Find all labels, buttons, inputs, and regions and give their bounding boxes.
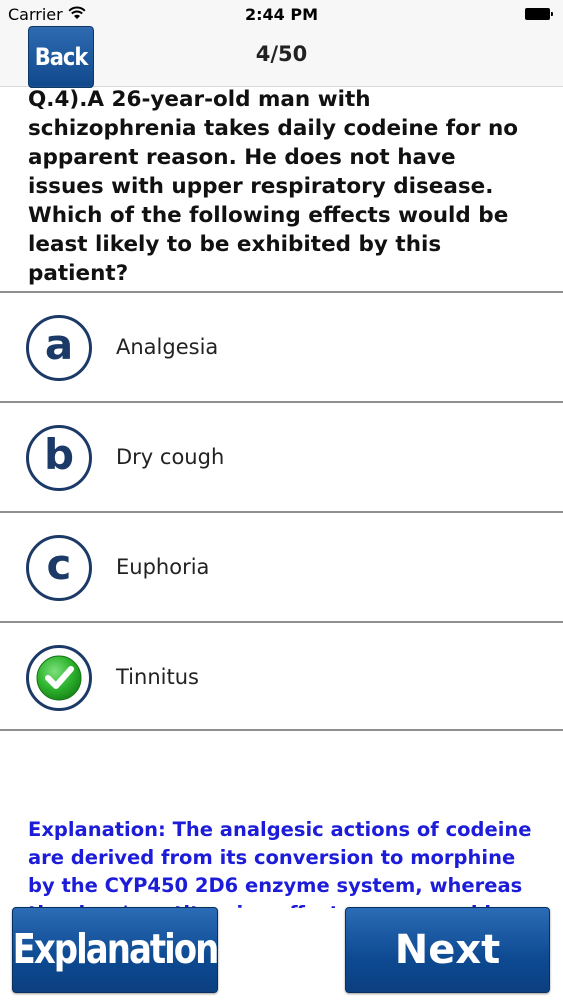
option-letter: b <box>43 430 75 479</box>
options-list: a Analgesia b Dry cough c Euphoria Tinni… <box>0 291 563 731</box>
question-text: Q.4).A 26-year-old man with schizophreni… <box>28 87 519 286</box>
option-b[interactable]: b Dry cough <box>0 401 563 511</box>
explanation-text: Explanation: The analgesic actions of co… <box>28 818 532 908</box>
status-time: 2:44 PM <box>244 5 318 24</box>
explanation-button[interactable]: Explanation <box>12 907 220 993</box>
option-a-circle[interactable]: a <box>26 315 92 381</box>
check-icon <box>36 655 82 701</box>
next-button[interactable]: Next <box>345 907 550 993</box>
option-label: Analgesia <box>116 335 219 359</box>
option-label: Euphoria <box>116 555 210 579</box>
nav-bar: Back 4/50 <box>0 25 563 89</box>
explanation-button-label: Explanation <box>12 926 220 974</box>
option-a[interactable]: a Analgesia <box>0 291 563 401</box>
option-d[interactable]: Tinnitus <box>0 621 563 731</box>
battery-icon <box>525 8 554 20</box>
option-c[interactable]: c Euphoria <box>0 511 563 621</box>
option-c-circle[interactable]: c <box>26 535 92 601</box>
option-label: Tinnitus <box>116 665 199 689</box>
next-button-label: Next <box>394 927 501 973</box>
option-letter: c <box>46 540 72 589</box>
option-d-circle[interactable] <box>26 645 92 711</box>
option-b-circle[interactable]: b <box>26 425 92 491</box>
option-label: Dry cough <box>116 445 225 469</box>
option-letter: a <box>44 320 74 369</box>
question-progress: 4/50 <box>255 42 308 66</box>
